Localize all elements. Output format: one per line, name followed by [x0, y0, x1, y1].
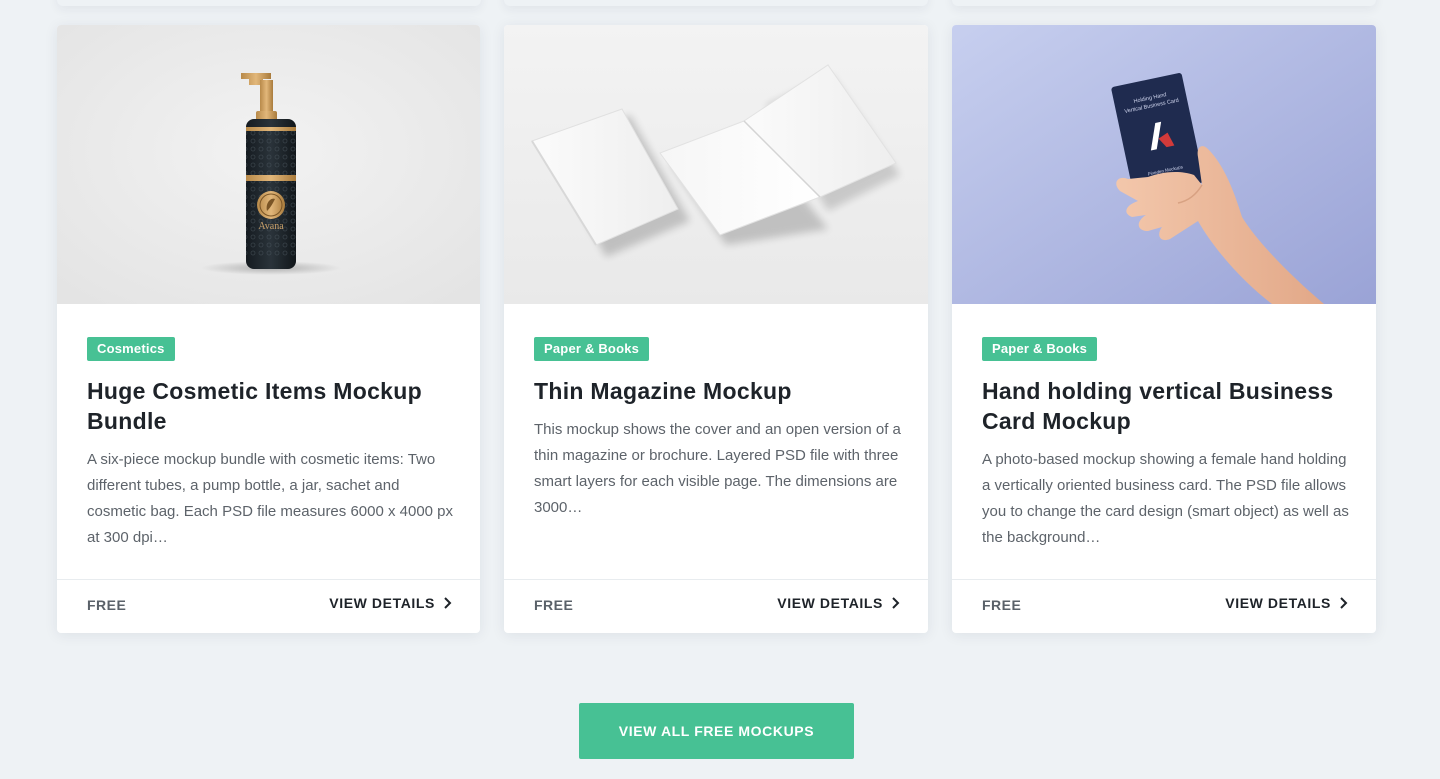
view-details-label: VIEW DETAILS — [329, 595, 435, 611]
price-label: FREE — [87, 597, 127, 613]
card-footer: FREE VIEW DETAILS — [504, 579, 928, 633]
card-description: This mockup shows the cover and an open … — [534, 421, 901, 516]
mockup-card[interactable]: Holding Hand Vertical Business Card Pixe… — [952, 25, 1376, 633]
card-footer: FREE VIEW DETAILS — [57, 579, 480, 633]
card-footer: FREE VIEW DETAILS — [952, 579, 1376, 633]
view-all-free-mockups-button[interactable]: VIEW ALL FREE MOCKUPS — [579, 703, 854, 759]
price-label: FREE — [534, 597, 574, 613]
hand-business-card-image[interactable]: Holding Hand Vertical Business Card Pixe… — [952, 25, 1376, 304]
view-details-link[interactable]: VIEW DETAILS — [1225, 595, 1348, 611]
chevron-right-icon — [444, 597, 452, 609]
view-details-label: VIEW DETAILS — [777, 595, 883, 611]
bottle-label-text: Avana — [258, 221, 284, 232]
price-label: FREE — [982, 597, 1022, 613]
previous-row-edge — [0, 0, 1440, 10]
card-title[interactable]: Hand holding vertical Business Card Mock… — [982, 376, 1350, 436]
card-title[interactable]: Thin Magazine Mockup — [534, 376, 902, 406]
category-badge[interactable]: Cosmetics — [87, 337, 175, 361]
mockup-card[interactable]: Paper & Books Thin Magazine Mockup This … — [504, 25, 928, 633]
magazine-image[interactable] — [504, 25, 928, 304]
previous-card-edge — [952, 0, 1376, 6]
chevron-right-icon — [892, 597, 900, 609]
view-details-link[interactable]: VIEW DETAILS — [777, 595, 900, 611]
pump-bottle-image[interactable]: Avana — [57, 25, 480, 304]
category-badge[interactable]: Paper & Books — [982, 337, 1098, 361]
card-description: A photo-based mockup showing a female ha… — [982, 451, 1349, 546]
previous-card-edge — [57, 0, 481, 6]
view-details-link[interactable]: VIEW DETAILS — [329, 595, 452, 611]
view-details-label: VIEW DETAILS — [1225, 595, 1331, 611]
previous-card-edge — [504, 0, 928, 6]
mockup-card[interactable]: Avana Cosmetics Huge Cosmetic Items Mock… — [57, 25, 480, 633]
card-title[interactable]: Huge Cosmetic Items Mockup Bundle — [87, 376, 454, 436]
category-badge[interactable]: Paper & Books — [534, 337, 650, 361]
chevron-right-icon — [1340, 597, 1348, 609]
card-description: A six-piece mockup bundle with cosmetic … — [87, 451, 454, 546]
